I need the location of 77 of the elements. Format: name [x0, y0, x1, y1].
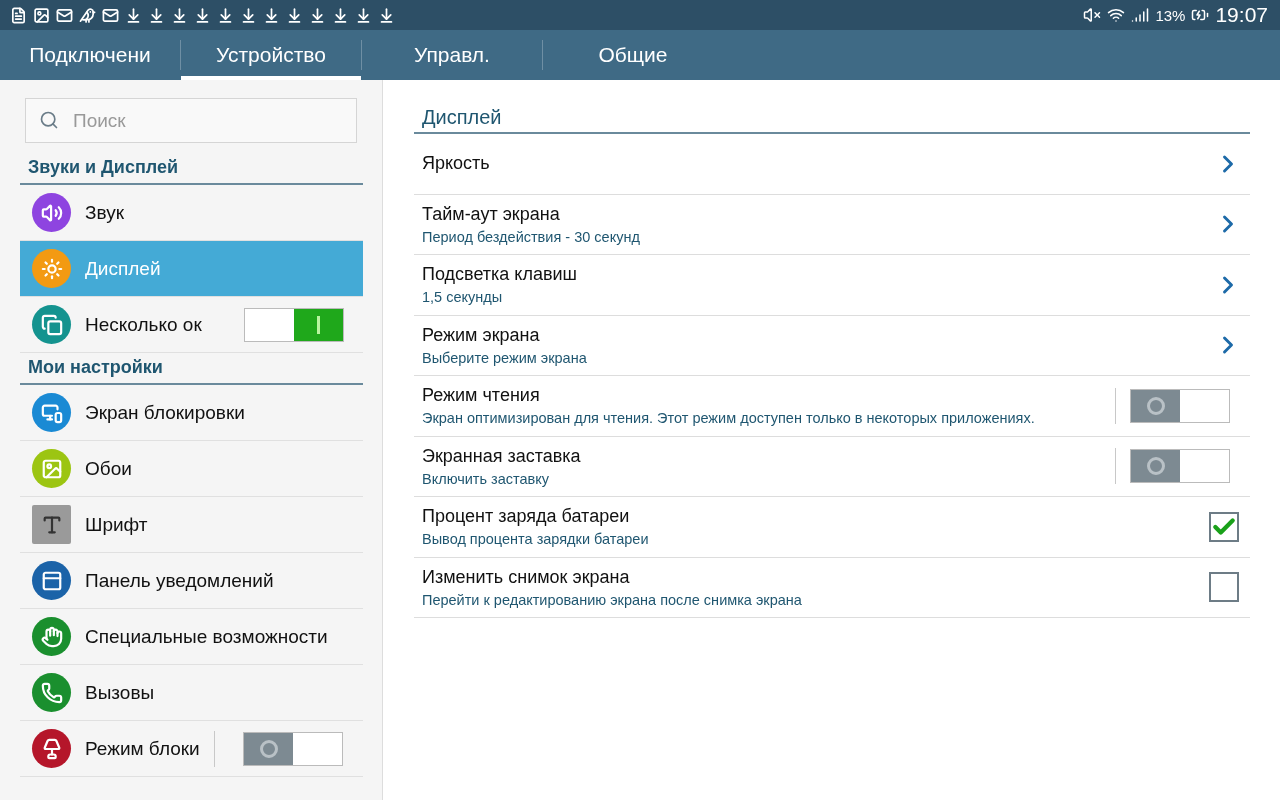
- row-title: Экранная заставка: [422, 445, 582, 467]
- download-icon: [263, 6, 280, 24]
- wifi-icon: [1107, 6, 1126, 24]
- download-icon: [194, 6, 211, 24]
- download-icon: [355, 6, 372, 24]
- toggle-switch[interactable]: [243, 307, 344, 342]
- search-icon: [39, 110, 59, 130]
- row-subtitle: Вывод процента зарядки батареи: [422, 531, 650, 548]
- sidebar-item[interactable]: Несколько ок: [20, 297, 363, 353]
- download-icon: [217, 6, 234, 24]
- row-title: Подсветка клавиш: [422, 264, 578, 286]
- download-icon: [125, 6, 142, 24]
- download-icon: [240, 6, 257, 24]
- settings-row[interactable]: Процент заряда батареи Вывод процента зарядки батареи: [414, 497, 1250, 558]
- tab[interactable]: Подключени: [0, 30, 180, 80]
- sidebar-item[interactable]: Режим блоки: [20, 721, 363, 777]
- row-title: Режим чтения: [422, 385, 541, 407]
- signal-icon: [1131, 6, 1150, 24]
- section-header: Мои настройки: [20, 353, 363, 385]
- download-icon: [309, 6, 326, 24]
- row-title: Изменить снимок экрана: [422, 566, 631, 588]
- item-label: Вызовы: [85, 681, 156, 704]
- item-label: Панель уведомлений: [85, 569, 275, 592]
- checkbox[interactable]: [1209, 511, 1239, 542]
- settings-row[interactable]: Режим чтения Экран оптимизирован для чтения. Этот режим доступен только в некоторых приложениях.: [414, 376, 1250, 437]
- sidebar-item[interactable]: Экран блокировки: [20, 385, 363, 441]
- search-field[interactable]: Поиск: [25, 98, 357, 143]
- mail-icon: [56, 6, 73, 24]
- row-subtitle: 1,5 секунды: [422, 289, 504, 306]
- settings-row[interactable]: Яркость: [414, 134, 1250, 195]
- row-title: Яркость: [422, 153, 491, 175]
- settings-row[interactable]: Подсветка клавиш 1,5 секунды: [414, 255, 1250, 316]
- tab[interactable]: Управл.: [362, 30, 542, 80]
- download-icon: [286, 6, 303, 24]
- row-subtitle: Перейти к редактированию экрана после снимка экрана: [422, 591, 803, 608]
- download-icon: [148, 6, 165, 24]
- download-icon: [332, 6, 349, 24]
- item-label: Звук: [85, 201, 125, 224]
- sidebar-item[interactable]: Обои: [20, 441, 363, 497]
- toggle-switch[interactable]: [1130, 449, 1230, 484]
- toggle-switch[interactable]: [1130, 388, 1230, 423]
- row-title: Режим экрана: [422, 324, 541, 346]
- row-title: Процент заряда батареи: [422, 506, 631, 528]
- clock: 19:07: [1215, 3, 1268, 27]
- settings-row[interactable]: Изменить снимок экрана Перейти к редактированию экрана после снимка экрана: [414, 557, 1250, 618]
- settings-row[interactable]: Экранная заставка Включить заставку: [414, 436, 1250, 497]
- item-label: Специальные возможности: [85, 625, 329, 648]
- toggle-switch[interactable]: [243, 731, 343, 766]
- section-header: Звуки и Дисплей: [20, 153, 363, 185]
- sidebar-item[interactable]: Панель уведомлений: [20, 553, 363, 609]
- mail-icon: [102, 6, 119, 24]
- tab[interactable]: Общие: [543, 30, 723, 80]
- document-icon: [10, 6, 27, 24]
- section-header: Дисплей: [414, 106, 1250, 134]
- item-label: Несколько ок: [85, 313, 202, 336]
- item-label: Экран блокировки: [85, 401, 246, 424]
- row-subtitle: Включить заставку: [422, 470, 551, 487]
- row-subtitle: Выберите режим экрана: [422, 349, 588, 366]
- download-icon: [171, 6, 188, 24]
- bird-icon: [79, 6, 96, 24]
- item-label: Обои: [85, 457, 133, 480]
- sidebar-item[interactable]: Шрифт: [20, 497, 363, 553]
- item-label: Дисплей: [85, 257, 162, 280]
- row-title: Тайм-аут экрана: [422, 203, 561, 225]
- sidebar-item[interactable]: Специальные возможности: [20, 609, 363, 665]
- item-label: Шрифт: [85, 513, 149, 536]
- settings-row[interactable]: Режим экрана Выберите режим экрана: [414, 315, 1250, 376]
- checkbox[interactable]: [1209, 572, 1239, 603]
- row-subtitle: Период бездействия - 30 секунд: [422, 228, 641, 245]
- download-icon: [378, 6, 395, 24]
- mute-icon: [1083, 6, 1102, 24]
- row-subtitle: Экран оптимизирован для чтения. Этот режим доступен только в некоторых приложениях.: [422, 410, 1036, 427]
- image-icon: [33, 6, 50, 24]
- settings-row[interactable]: Тайм-аут экрана Период бездействия - 30 секунд: [414, 194, 1250, 255]
- sidebar-item[interactable]: Вызовы: [20, 665, 363, 721]
- item-label: Режим блоки: [85, 737, 200, 760]
- battery-percent: 13%: [1155, 6, 1186, 24]
